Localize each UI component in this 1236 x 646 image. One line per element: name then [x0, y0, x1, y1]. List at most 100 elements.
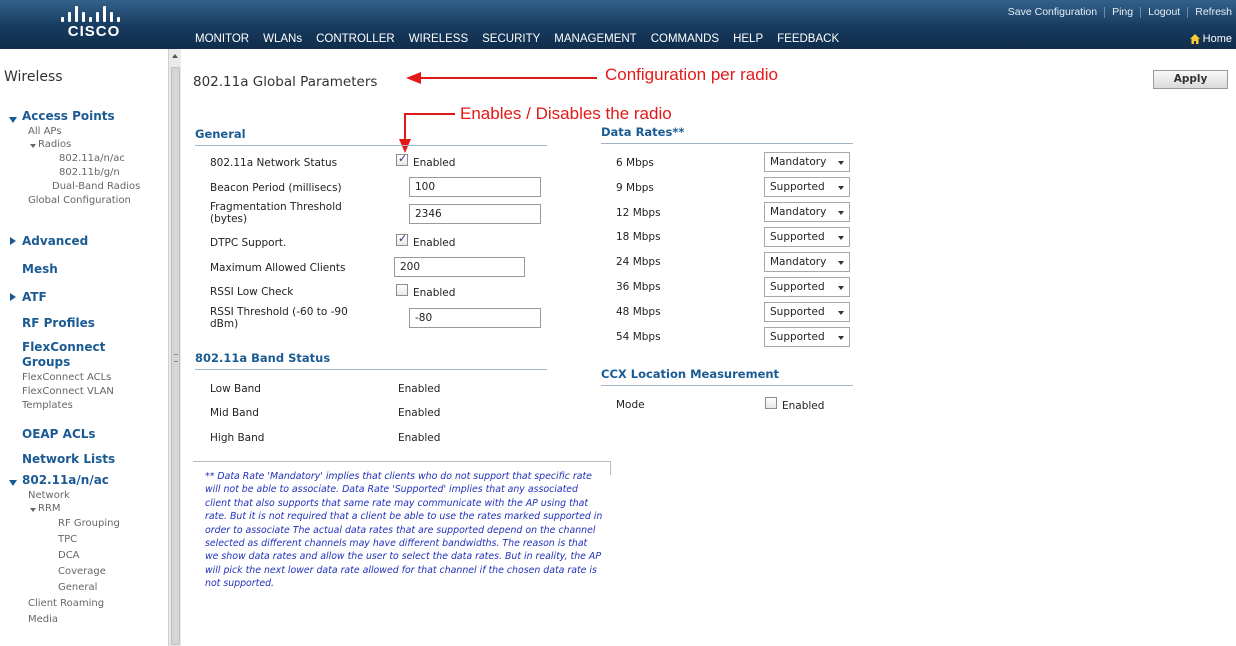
data-rate-value: Mandatory: [770, 206, 827, 218]
sidebar-item-band-section[interactable]: 802.11a/n/ac: [22, 473, 109, 487]
general-section-divider: [195, 145, 547, 146]
home-icon: [1189, 34, 1200, 44]
data-rate-value: Supported: [770, 331, 825, 343]
nav-controller[interactable]: CONTROLLER: [316, 33, 395, 47]
expand-triangle-icon[interactable]: [10, 293, 16, 301]
nav-wlans[interactable]: WLANs: [263, 33, 302, 47]
logout-link[interactable]: Logout: [1148, 6, 1180, 18]
ccx-mode-checkbox[interactable]: [765, 397, 777, 409]
data-rate-label: 36 Mbps: [616, 281, 661, 293]
data-rate-select[interactable]: Supported: [764, 227, 850, 247]
data-rate-select[interactable]: Mandatory: [764, 202, 850, 222]
sidebar-item-rrm[interactable]: RRM: [38, 503, 61, 514]
band-status-label: High Band: [210, 432, 265, 444]
data-rate-label: 9 Mbps: [616, 182, 654, 194]
cisco-logo-bars: [61, 6, 127, 22]
sidebar-item-oeap-acls[interactable]: OEAP ACLs: [22, 427, 96, 441]
scroll-thumb[interactable]: [171, 67, 180, 645]
sidebar-item-radio-b[interactable]: 802.11b/g/n: [59, 167, 120, 178]
dropdown-arrow-icon: [838, 336, 844, 340]
rssi-low-check-label: RSSI Low Check: [210, 286, 294, 298]
sidebar-item-general[interactable]: General: [58, 582, 97, 593]
data-rate-value: Supported: [770, 306, 825, 318]
annotation-arrow-icon: [399, 113, 455, 153]
sidebar-item-atf[interactable]: ATF: [22, 290, 47, 304]
apply-button[interactable]: Apply: [1153, 70, 1228, 89]
data-rate-label: 12 Mbps: [616, 207, 661, 219]
sidebar-item-radios[interactable]: Radios: [38, 139, 71, 150]
sidebar-item-access-points[interactable]: Access Points: [22, 109, 115, 123]
data-rate-value: Supported: [770, 181, 825, 193]
sidebar-item-global-configuration[interactable]: Global Configuration: [28, 195, 131, 206]
check-mark-icon: ✓: [398, 232, 408, 245]
sidebar-item-flexconnect-acls[interactable]: FlexConnect ACLs: [22, 372, 111, 383]
data-rates-section-divider: [601, 143, 853, 144]
sidebar: Wireless Access Points All APs Radios 80…: [0, 49, 181, 646]
nav-management[interactable]: MANAGEMENT: [554, 33, 636, 47]
beacon-period-input[interactable]: 100: [409, 177, 541, 197]
sidebar-scrollbar[interactable]: [168, 49, 181, 646]
sidebar-item-radio-a[interactable]: 802.11a/n/ac: [59, 153, 125, 164]
ping-link[interactable]: Ping: [1112, 6, 1133, 18]
sidebar-item-media[interactable]: Media: [28, 614, 58, 625]
nav-monitor[interactable]: MONITOR: [195, 33, 249, 47]
home-link[interactable]: Home: [1189, 33, 1232, 45]
dropdown-arrow-icon: [838, 286, 844, 290]
sidebar-item-dca[interactable]: DCA: [58, 550, 80, 561]
nav-feedback[interactable]: FEEDBACK: [777, 33, 839, 47]
data-rate-select[interactable]: Supported: [764, 177, 850, 197]
collapse-triangle-icon[interactable]: [9, 480, 17, 486]
data-rate-select[interactable]: Supported: [764, 302, 850, 322]
scroll-up-arrow-icon[interactable]: [172, 54, 178, 58]
sidebar-item-flexconnect-vlan[interactable]: FlexConnect VLAN: [22, 386, 114, 397]
data-rate-select[interactable]: Mandatory: [764, 152, 850, 172]
collapse-triangle-icon[interactable]: [30, 508, 36, 512]
sidebar-item-mesh[interactable]: Mesh: [22, 262, 58, 276]
sidebar-item-network[interactable]: Network: [28, 490, 70, 501]
refresh-link[interactable]: Refresh: [1195, 6, 1232, 18]
network-status-label: 802.11a Network Status: [210, 157, 338, 169]
sidebar-item-all-aps[interactable]: All APs: [28, 126, 61, 137]
sidebar-item-coverage[interactable]: Coverage: [58, 566, 106, 577]
nav-help[interactable]: HELP: [733, 33, 763, 47]
data-rate-value: Mandatory: [770, 156, 827, 168]
sidebar-item-client-roaming[interactable]: Client Roaming: [28, 598, 104, 609]
sidebar-item-network-lists[interactable]: Network Lists: [22, 452, 115, 466]
fragmentation-threshold-input[interactable]: 2346: [409, 204, 541, 224]
data-rate-select[interactable]: Supported: [764, 277, 850, 297]
ccx-mode-enabled-label: Enabled: [782, 400, 825, 412]
dtpc-support-checkbox[interactable]: ✓: [396, 232, 408, 246]
rssi-threshold-label-2: dBm): [210, 318, 239, 330]
collapse-triangle-icon[interactable]: [9, 117, 17, 123]
footnote-divider: [610, 461, 611, 475]
data-rate-select[interactable]: Supported: [764, 327, 850, 347]
save-configuration-link[interactable]: Save Configuration: [1008, 6, 1097, 18]
util-divider: [1140, 6, 1142, 18]
nav-commands[interactable]: COMMANDS: [651, 33, 719, 47]
max-clients-input[interactable]: 200: [394, 257, 525, 277]
sidebar-item-tpc[interactable]: TPC: [58, 534, 77, 545]
nav-security[interactable]: SECURITY: [482, 33, 540, 47]
sidebar-item-flexconnect-groups[interactable]: FlexConnect: [22, 340, 105, 354]
dtpc-support-label: DTPC Support.: [210, 237, 287, 249]
network-status-checkbox[interactable]: ✓: [396, 152, 408, 166]
sidebar-item-advanced[interactable]: Advanced: [22, 234, 88, 248]
nav-wireless[interactable]: WIRELESS: [409, 33, 468, 47]
expand-triangle-icon[interactable]: [10, 237, 16, 245]
annotation-arrow-icon: [406, 72, 597, 84]
ccx-section-header: CCX Location Measurement: [601, 367, 780, 381]
sidebar-item-flexconnect-groups-2[interactable]: Groups: [22, 355, 70, 369]
band-status-value: Enabled: [398, 432, 441, 444]
sidebar-item-dual-band[interactable]: Dual-Band Radios: [52, 181, 140, 192]
util-divider: [1104, 6, 1106, 18]
data-rate-select[interactable]: Mandatory: [764, 252, 850, 272]
annotation-enables-disables: Enables / Disables the radio: [460, 104, 672, 123]
sidebar-item-rf-grouping[interactable]: RF Grouping: [58, 518, 120, 529]
rssi-threshold-input[interactable]: -80: [409, 308, 541, 328]
data-rate-footnote: ** Data Rate 'Mandatory' implies that cl…: [205, 471, 603, 590]
collapse-triangle-icon[interactable]: [30, 144, 36, 148]
rssi-low-check-checkbox[interactable]: [396, 284, 408, 296]
fragmentation-threshold-label: Fragmentation Threshold: [210, 201, 342, 213]
sidebar-item-flexconnect-vlan-2[interactable]: Templates: [22, 400, 73, 411]
sidebar-item-rf-profiles[interactable]: RF Profiles: [22, 316, 95, 330]
